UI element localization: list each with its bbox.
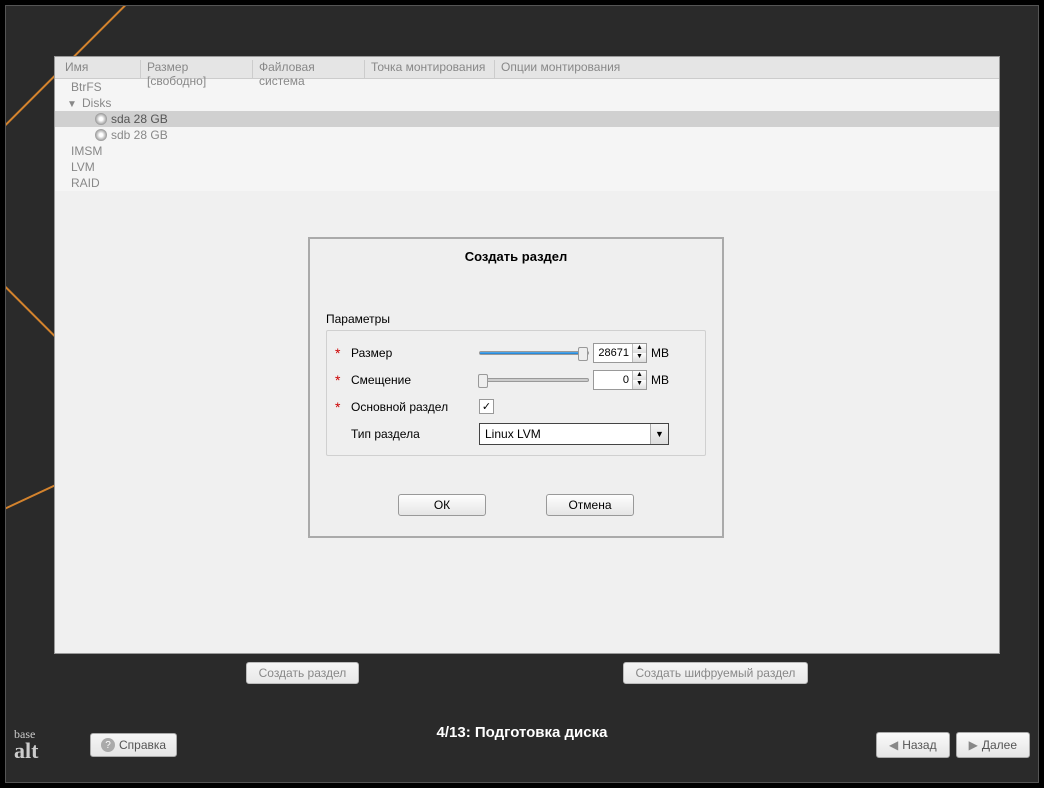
- tree-item-disks[interactable]: ▼Disks: [55, 95, 999, 111]
- help-icon: ?: [101, 738, 115, 752]
- col-fs[interactable]: Файловая система: [253, 60, 365, 78]
- col-options[interactable]: Опции монтирования: [495, 60, 999, 78]
- dialog-title: Создать раздел: [310, 239, 722, 272]
- offset-label: Смещение: [351, 373, 479, 387]
- required-marker: *: [335, 345, 351, 361]
- create-encrypted-partition-button[interactable]: Создать шифруемый раздел: [623, 662, 809, 684]
- offset-input[interactable]: [594, 371, 632, 389]
- size-slider[interactable]: [479, 351, 589, 355]
- chevron-down-icon[interactable]: ▼: [67, 99, 76, 110]
- tree-item-imsm[interactable]: IMSM: [55, 143, 999, 159]
- spin-down-icon[interactable]: ▼: [633, 353, 646, 362]
- bottom-bar: base alt ? Справка ◀ Назад ▶ Далее: [14, 714, 1030, 776]
- spin-up-icon[interactable]: ▲: [633, 371, 646, 380]
- primary-checkbox[interactable]: ✓: [479, 399, 494, 414]
- disk-icon: [95, 113, 107, 125]
- size-spinbox[interactable]: ▲▼: [593, 343, 647, 363]
- next-button[interactable]: ▶ Далее: [956, 732, 1030, 758]
- required-marker: *: [335, 399, 351, 415]
- size-label: Размер: [351, 346, 479, 360]
- arrow-left-icon: ◀: [889, 738, 898, 752]
- arrow-right-icon: ▶: [969, 738, 978, 752]
- chevron-down-icon[interactable]: ▼: [650, 424, 668, 444]
- parttype-dropdown[interactable]: Linux LVM ▼: [479, 423, 669, 445]
- size-unit: MB: [651, 346, 669, 360]
- ok-button[interactable]: ОК: [398, 494, 486, 516]
- tree-item-sda[interactable]: sda 28 GB: [55, 111, 999, 127]
- primary-label: Основной раздел: [351, 400, 479, 414]
- tree-item-raid[interactable]: RAID: [55, 175, 999, 191]
- required-marker: *: [335, 372, 351, 388]
- tree-item-lvm[interactable]: LVM: [55, 159, 999, 175]
- col-mount[interactable]: Точка монтирования: [365, 60, 495, 78]
- basealt-logo: base alt: [14, 728, 90, 762]
- tree-header: Имя Размер [свободно] Файловая система Т…: [55, 57, 999, 79]
- col-size[interactable]: Размер [свободно]: [141, 60, 253, 78]
- parttype-label: Тип раздела: [351, 427, 479, 441]
- back-button[interactable]: ◀ Назад: [876, 732, 950, 758]
- cancel-button[interactable]: Отмена: [546, 494, 634, 516]
- size-input[interactable]: [594, 344, 632, 362]
- help-button[interactable]: ? Справка: [90, 733, 177, 757]
- col-name[interactable]: Имя: [55, 60, 141, 78]
- disk-tree[interactable]: BtrFS ▼Disks sda 28 GB sdb 28 GB IMSM LV…: [55, 79, 999, 191]
- create-partition-button[interactable]: Создать раздел: [246, 662, 360, 684]
- disk-panel: Имя Размер [свободно] Файловая система Т…: [54, 56, 1000, 654]
- offset-slider[interactable]: [479, 378, 589, 382]
- spin-up-icon[interactable]: ▲: [633, 344, 646, 353]
- create-partition-dialog: Создать раздел Параметры * Размер: [308, 237, 724, 538]
- params-group-label: Параметры: [326, 312, 706, 326]
- offset-unit: MB: [651, 373, 669, 387]
- spin-down-icon[interactable]: ▼: [633, 380, 646, 389]
- disk-icon: [95, 129, 107, 141]
- tree-item-sdb[interactable]: sdb 28 GB: [55, 127, 999, 143]
- offset-spinbox[interactable]: ▲▼: [593, 370, 647, 390]
